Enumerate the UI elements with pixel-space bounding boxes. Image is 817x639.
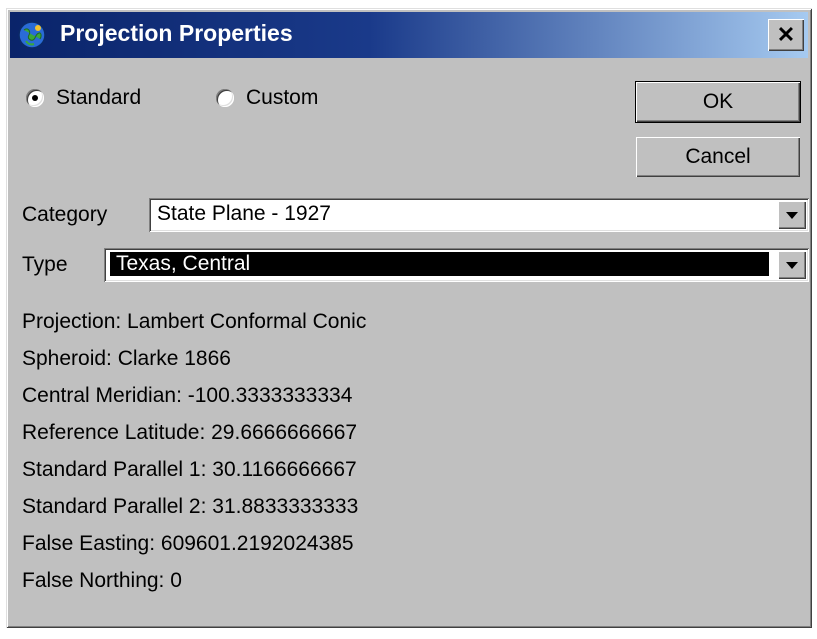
- info-spheroid: Spheroid: Clarke 1866: [22, 347, 231, 370]
- type-label: Type: [22, 253, 68, 276]
- title-bar[interactable]: Projection Properties ✕: [10, 12, 808, 58]
- category-label: Category: [22, 203, 108, 226]
- category-dropdown[interactable]: State Plane - 1927: [149, 198, 809, 232]
- radio-standard-label: Standard: [56, 86, 142, 109]
- chevron-down-icon[interactable]: [778, 251, 806, 279]
- cancel-button[interactable]: Cancel: [636, 137, 800, 177]
- type-value: Texas, Central: [110, 252, 769, 276]
- radio-custom-label: Custom: [246, 86, 319, 109]
- ok-button[interactable]: OK: [635, 81, 801, 123]
- category-value: State Plane - 1927: [157, 202, 331, 225]
- close-icon: ✕: [776, 22, 796, 47]
- info-projection: Projection: Lambert Conformal Conic: [22, 310, 367, 333]
- info-reference-latitude: Reference Latitude: 29.6666666667: [22, 421, 358, 444]
- projection-properties-dialog: Projection Properties ✕ Standard Custom …: [6, 8, 812, 628]
- info-central-meridian: Central Meridian: -100.3333333334: [22, 384, 353, 407]
- info-standard-parallel-2: Standard Parallel 2: 31.8833333333: [22, 495, 359, 518]
- close-button[interactable]: ✕: [768, 19, 804, 51]
- info-standard-parallel-1: Standard Parallel 1: 30.1166666667: [22, 458, 357, 481]
- info-false-northing: False Northing: 0: [22, 569, 182, 592]
- radio-custom[interactable]: Custom: [216, 86, 318, 110]
- radio-custom-indicator[interactable]: [216, 89, 234, 107]
- radio-standard-indicator[interactable]: [26, 89, 44, 107]
- globe-icon: [18, 21, 46, 49]
- type-dropdown[interactable]: Texas, Central: [104, 248, 809, 282]
- dialog-title: Projection Properties: [60, 20, 293, 46]
- radio-standard[interactable]: Standard: [26, 86, 141, 110]
- info-false-easting: False Easting: 609601.2192024385: [22, 532, 354, 555]
- chevron-down-icon[interactable]: [778, 201, 806, 229]
